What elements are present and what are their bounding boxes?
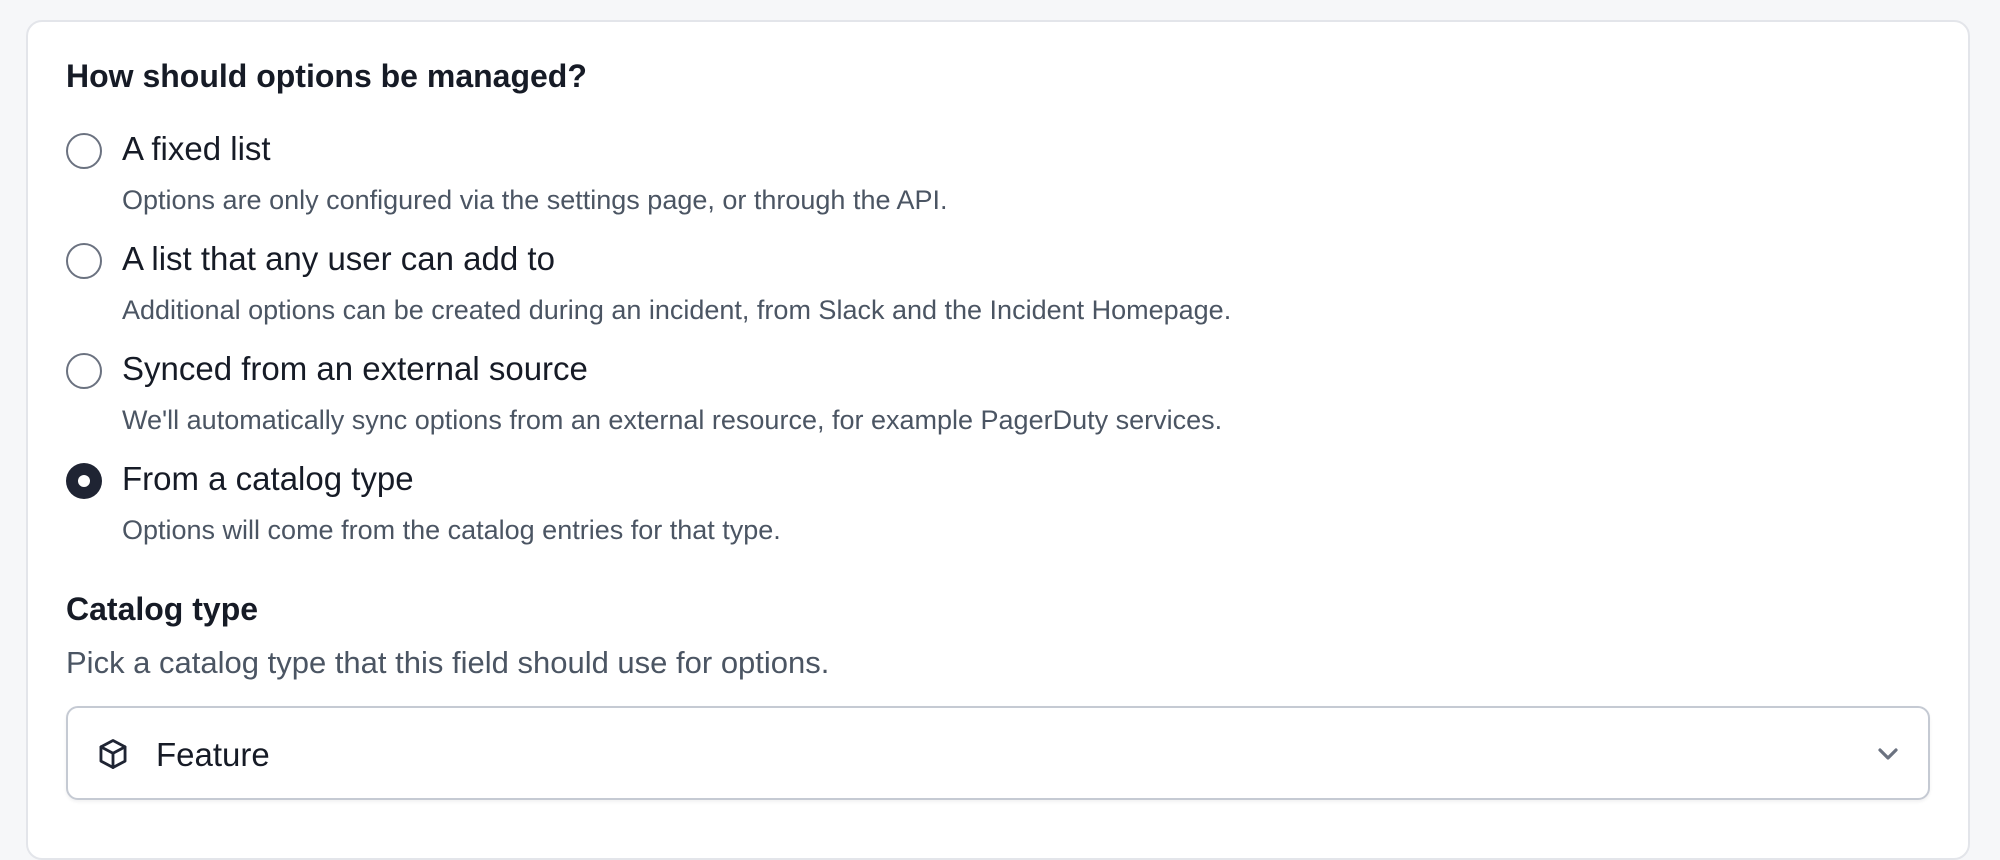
option-external-source[interactable]: Synced from an external source We'll aut…: [66, 340, 1930, 450]
cube-icon: [99, 738, 127, 769]
option-catalog-type[interactable]: From a catalog type Options will come fr…: [66, 450, 1930, 560]
radio-button[interactable]: [66, 133, 102, 169]
catalog-type-select[interactable]: Feature: [66, 705, 1930, 800]
option-user-addable-list[interactable]: A list that any user can add to Addition…: [66, 230, 1930, 340]
settings-card: How should options be managed? A fixed l…: [26, 20, 1970, 860]
radio-button-selected[interactable]: [66, 463, 102, 499]
radio-group: A fixed list Options are only configured…: [66, 120, 1930, 560]
option-description: Options are only configured via the sett…: [122, 185, 948, 215]
radio-button[interactable]: [66, 243, 102, 279]
radio-button[interactable]: [66, 353, 102, 389]
option-description: Additional options can be created during…: [122, 295, 1232, 325]
chevron-down-icon[interactable]: [1876, 744, 1900, 764]
question-heading: How should options be managed?: [66, 58, 587, 94]
option-label[interactable]: From a catalog type: [122, 459, 414, 499]
option-description: We'll automatically sync options from an…: [122, 405, 1223, 435]
catalog-type-heading: Catalog type: [66, 591, 259, 627]
option-label[interactable]: A list that any user can add to: [122, 239, 555, 279]
option-label[interactable]: A fixed list: [122, 129, 271, 169]
catalog-type-help-text: Pick a catalog type that this field shou…: [66, 645, 830, 681]
selected-value: Feature: [156, 735, 270, 773]
option-description: Options will come from the catalog entri…: [122, 515, 781, 545]
option-label[interactable]: Synced from an external source: [122, 349, 588, 389]
option-fixed-list[interactable]: A fixed list Options are only configured…: [66, 120, 1930, 230]
card-content: How should options be managed? A fixed l…: [66, 60, 1930, 800]
